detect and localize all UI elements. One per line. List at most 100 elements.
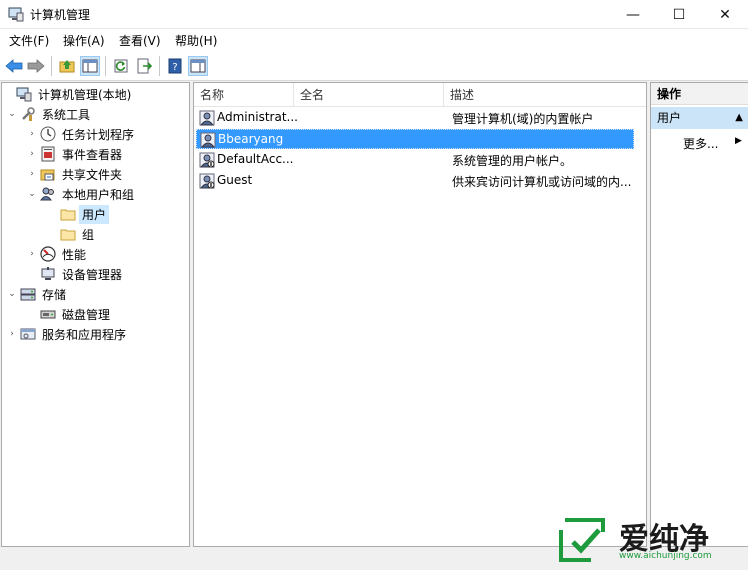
submenu-arrow-icon: ▶: [735, 136, 742, 146]
chevron-right-icon[interactable]: ›: [26, 249, 38, 259]
tree-item-performance[interactable]: › 性能: [26, 244, 89, 264]
tree-item-label: 事件查看器: [62, 147, 123, 162]
toolbar: ?: [0, 51, 748, 81]
clock-icon: [40, 126, 56, 142]
minimize-button[interactable]: —: [610, 0, 656, 29]
tree-item-label: 设备管理器: [62, 267, 123, 282]
svg-text:?: ?: [172, 62, 177, 73]
forward-icon: [27, 59, 45, 73]
list-row-defaultaccount[interactable]: DefaultAcc... 系统管理的用户帐户。: [196, 150, 634, 170]
tree-item-label: 存储: [42, 287, 67, 302]
menu-help[interactable]: 帮助(H): [175, 32, 217, 49]
show-hide-action-pane-button[interactable]: [188, 56, 208, 76]
chevron-right-icon[interactable]: ›: [6, 329, 18, 339]
close-button[interactable]: ✕: [702, 0, 748, 29]
tree-item-disk-management[interactable]: 磁盘管理: [26, 304, 113, 324]
action-more[interactable]: 更多...: [683, 135, 718, 152]
tree-item-label: 性能: [62, 247, 87, 262]
storage-icon: [20, 288, 36, 301]
tree-item-label: 任务计划程序: [62, 127, 135, 142]
chevron-down-icon[interactable]: ⌄: [6, 109, 18, 119]
chevron-down-icon[interactable]: ⌄: [6, 289, 18, 299]
column-header-name[interactable]: 名称: [194, 83, 294, 107]
tree-item-label: 组: [82, 227, 95, 242]
tree-item-computer-management[interactable]: 计算机管理(本地): [2, 84, 134, 104]
watermark-logo-icon: [559, 518, 605, 562]
menu-file[interactable]: 文件(F): [9, 32, 49, 49]
action-section-label: 用户: [657, 111, 682, 125]
refresh-icon: [114, 59, 128, 73]
column-header-description[interactable]: 描述: [444, 83, 646, 107]
tree-item-label: 用户: [79, 204, 110, 224]
computer-management-icon: [16, 87, 32, 102]
refresh-button[interactable]: [111, 56, 131, 76]
show-hide-action-pane-icon: [190, 59, 206, 73]
list-row-administrator[interactable]: Administrat... 管理计算机(域)的内置帐户: [196, 108, 634, 128]
tree-item-device-manager[interactable]: 设备管理器: [26, 264, 125, 284]
chevron-right-icon[interactable]: ›: [26, 129, 38, 139]
toolbar-separator: [105, 56, 106, 76]
action-pane: 操作 用户 ▲ 更多... ▶: [650, 82, 748, 547]
up-button[interactable]: [57, 56, 77, 76]
forward-button[interactable]: [26, 56, 46, 76]
tree-item-label: 共享文件夹: [62, 167, 123, 182]
tree-item-label: 系统工具: [42, 107, 91, 122]
tree-item-event-viewer[interactable]: › 事件查看器: [26, 144, 125, 164]
action-section-users[interactable]: 用户 ▲: [651, 107, 748, 129]
tree-item-label: 计算机管理(本地): [38, 87, 132, 102]
help-icon: ?: [168, 58, 182, 74]
back-button[interactable]: [4, 56, 24, 76]
folder-icon: [60, 229, 76, 241]
show-hide-tree-button[interactable]: [80, 56, 100, 76]
action-pane-title: 操作: [651, 83, 748, 105]
tree-item-shared-folders[interactable]: › 共享文件夹: [26, 164, 125, 184]
user-account-icon: [199, 110, 215, 126]
tools-icon: [22, 107, 35, 121]
tree-item-system-tools[interactable]: ⌄ 系统工具: [6, 104, 93, 124]
tree-item-task-scheduler[interactable]: › 任务计划程序: [26, 124, 137, 144]
toolbar-separator: [159, 56, 160, 76]
chevron-down-icon[interactable]: ⌄: [26, 189, 38, 199]
maximize-icon: ☐: [672, 6, 686, 23]
back-icon: [5, 59, 23, 73]
tree-item-storage[interactable]: ⌄ 存储: [6, 284, 69, 304]
tree-item-label: 本地用户和组: [62, 187, 135, 202]
menu-action[interactable]: 操作(A): [63, 32, 105, 49]
collapse-up-icon[interactable]: ▲: [735, 107, 743, 129]
shared-folder-icon: [40, 169, 55, 181]
chevron-right-icon[interactable]: ›: [26, 169, 38, 179]
disk-management-icon: [40, 310, 56, 319]
services-icon: [20, 328, 36, 340]
list-cell-description: 系统管理的用户帐户。: [452, 154, 573, 168]
help-button[interactable]: ?: [165, 56, 185, 76]
tree-item-local-users-groups[interactable]: ⌄ 本地用户和组: [26, 184, 137, 204]
tree-item-users[interactable]: 用户: [46, 204, 110, 224]
users-groups-icon: [40, 187, 54, 201]
tree-item-label: 服务和应用程序: [42, 327, 127, 342]
performance-icon: [40, 246, 56, 262]
tree-item-label: 磁盘管理: [62, 307, 111, 322]
window-title: 计算机管理: [30, 8, 91, 22]
export-list-button[interactable]: [134, 56, 154, 76]
export-list-icon: [137, 58, 152, 74]
computer-management-icon: [8, 7, 24, 22]
minimize-icon: —: [626, 6, 640, 23]
list-row-bbearyang[interactable]: Bbearyang: [196, 129, 634, 149]
list-cell-name: Guest: [217, 173, 253, 187]
watermark: 爱纯净 www.aichunjing.com: [555, 514, 745, 566]
list-row-guest[interactable]: Guest 供来宾访问计算机或访问域的内...: [196, 171, 634, 191]
maximize-button[interactable]: ☐: [656, 0, 702, 29]
toolbar-separator: [51, 56, 52, 76]
list-cell-name: Bbearyang: [218, 132, 284, 146]
watermark-url: www.aichunjing.com: [619, 551, 712, 561]
users-list: 名称 全名 描述 Administrat... 管理计算机(域)的内置帐户 Bb…: [193, 82, 647, 547]
column-header-fullname[interactable]: 全名: [294, 83, 444, 107]
tree-item-services-applications[interactable]: › 服务和应用程序: [6, 324, 129, 344]
tree-item-groups[interactable]: 组: [46, 224, 97, 244]
chevron-right-icon[interactable]: ›: [26, 149, 38, 159]
user-account-icon: [199, 173, 215, 189]
action-more-label: 更多...: [683, 137, 719, 151]
close-icon: ✕: [719, 6, 731, 23]
menu-view[interactable]: 查看(V): [119, 32, 161, 49]
user-account-icon: [199, 152, 215, 168]
